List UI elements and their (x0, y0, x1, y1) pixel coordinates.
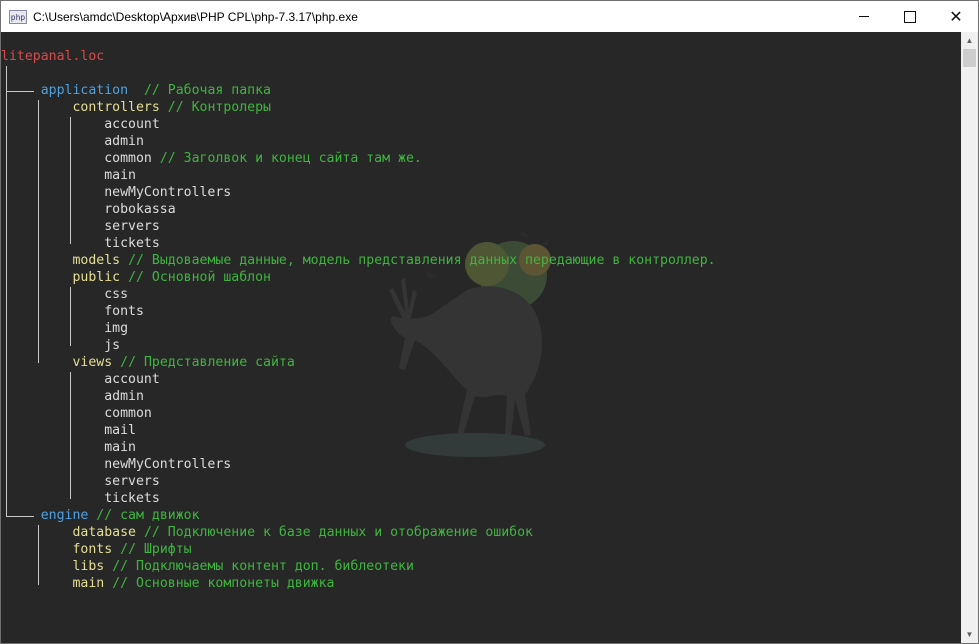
file-controllers-servers: servers (104, 219, 160, 234)
tree-row-views-tickets: tickets (1, 490, 160, 507)
comment-engine: // сам движок (96, 508, 200, 523)
folder-views: views (72, 355, 113, 370)
file-views-servers: servers (104, 474, 160, 489)
folder-engine-libs: libs (72, 559, 105, 574)
title-bar[interactable]: php C:\Users\amdc\Desktop\Архив\PHP CPL\… (1, 1, 978, 32)
tree-row-controllers-account: account (1, 116, 160, 133)
tree-row-engine-libs: libs // Подключаемы контент доп. библеот… (1, 558, 414, 575)
tree-row-views-admin: admin (1, 388, 144, 405)
tree-row-engine: engine // сам движок (1, 507, 200, 524)
file-controllers-admin: admin (104, 134, 144, 149)
close-button[interactable]: ✕ (933, 1, 978, 32)
comment-engine-libs: // Подключаемы контент доп. библеотеки (112, 559, 414, 574)
tree-row-public: public // Основной шаблон (1, 269, 271, 286)
tree-root-line: litepanal.loc (1, 48, 104, 65)
tree-row-public-css: css (1, 286, 128, 303)
tree-row-views-common: common (1, 405, 152, 422)
tree-row-views-mail: mail (1, 422, 136, 439)
file-public-img: img (104, 321, 129, 336)
folder-models: models (72, 253, 121, 268)
comment-engine-fonts: // Шрифты (120, 542, 192, 557)
file-views-mail: mail (104, 423, 136, 438)
tree-row-views: views // Представление сайта (1, 354, 295, 371)
file-controllers-newMyControllers: newMyControllers (104, 185, 232, 200)
tree-row-controllers-servers: servers (1, 218, 160, 235)
minimize-button[interactable] (841, 1, 887, 32)
comment-controllers-common: // Заголвок и конец сайта там же. (159, 151, 422, 166)
comment-application: // Рабочая папка (143, 83, 271, 98)
file-views-newMyControllers: newMyControllers (104, 457, 232, 472)
file-controllers-account: account (104, 117, 160, 132)
file-controllers-tickets: tickets (104, 236, 160, 251)
tree-row-application: application // Рабочая папка (1, 82, 271, 99)
maximize-button[interactable] (887, 1, 933, 32)
file-views-admin: admin (104, 389, 144, 404)
folder-engine-database: database (72, 525, 136, 540)
comment-engine-database: // Подключение к базе данных и отображен… (143, 525, 533, 540)
comment-public: // Основной шаблон (128, 270, 271, 285)
console-output[interactable]: litepanal.loc application // Рабочая пап… (1, 32, 961, 643)
tree-row-controllers-newMyControllers: newMyControllers (1, 184, 231, 201)
comment-models: // Выдоваемые данные, модель представлен… (128, 253, 716, 268)
file-views-account: account (104, 372, 160, 387)
maximize-icon (904, 10, 916, 23)
tree-root: litepanal.loc (1, 49, 105, 64)
scroll-up-icon[interactable]: ▲ (961, 32, 978, 49)
file-controllers-main: main (104, 168, 136, 183)
scrollbar-thumb[interactable] (963, 49, 976, 67)
tree-row-controllers: controllers // Контролеры (1, 99, 271, 116)
comment-controllers: // Контролеры (167, 100, 271, 115)
comment-engine-main: // Основные компонеты движка (112, 576, 335, 591)
minimize-icon (859, 16, 869, 17)
tree-row-public-js: js (1, 337, 120, 354)
file-views-tickets: tickets (104, 491, 160, 506)
window-title: C:\Users\amdc\Desktop\Архив\PHP CPL\php-… (33, 9, 358, 24)
scroll-down-icon[interactable]: ▼ (961, 626, 978, 643)
tree-row-views-account: account (1, 371, 160, 388)
file-public-css: css (104, 287, 129, 302)
folder-public: public (72, 270, 121, 285)
file-public-js: js (104, 338, 121, 353)
folder-controllers: controllers (72, 100, 160, 115)
file-controllers-robokassa: robokassa (104, 202, 176, 217)
tree-row-controllers-common: common // Заголвок и конец сайта там же. (1, 150, 422, 167)
file-public-fonts: fonts (104, 304, 144, 319)
tree-row-public-img: img (1, 320, 128, 337)
php-app-icon: php (9, 9, 27, 24)
tree-row-controllers-robokassa: robokassa (1, 201, 176, 218)
close-icon: ✕ (949, 8, 963, 26)
folder-engine-main: main (72, 576, 105, 591)
folder-engine-fonts: fonts (72, 542, 113, 557)
tree-row-controllers-main: main (1, 167, 136, 184)
tree-row-views-main: main (1, 439, 136, 456)
folder-engine: engine (40, 508, 89, 523)
vertical-scrollbar[interactable]: ▲ ▼ (961, 32, 978, 643)
tree-row-engine-fonts: fonts // Шрифты (1, 541, 192, 558)
file-views-main: main (104, 440, 136, 455)
folder-application: application (40, 83, 129, 98)
file-views-common: common (104, 406, 152, 421)
tree-row-models: models // Выдоваемые данные, модель пред… (1, 252, 716, 269)
tree-row-views-servers: servers (1, 473, 160, 490)
tree-row-controllers-tickets: tickets (1, 235, 160, 252)
file-controllers-common: common (104, 151, 152, 166)
console-window: php C:\Users\amdc\Desktop\Архив\PHP CPL\… (0, 0, 979, 644)
tree-row-public-fonts: fonts (1, 303, 144, 320)
tree-row-views-newMyControllers: newMyControllers (1, 456, 231, 473)
tree-row-engine-main: main // Основные компонеты движка (1, 575, 335, 592)
tree-row-engine-database: database // Подключение к базе данных и … (1, 524, 533, 541)
comment-views: // Представление сайта (120, 355, 295, 370)
tree-row-controllers-admin: admin (1, 133, 144, 150)
